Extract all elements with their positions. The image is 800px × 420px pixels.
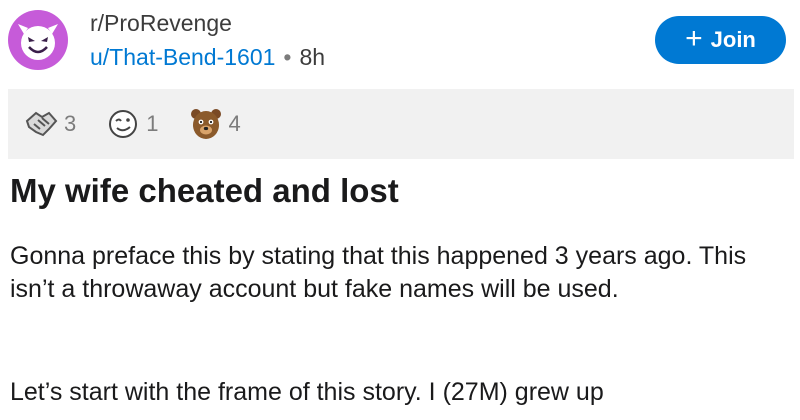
join-button[interactable]: + Join <box>655 16 786 64</box>
join-label: Join <box>710 27 756 52</box>
bear-award-icon <box>187 105 225 143</box>
post-body-paragraph: Gonna preface this by stating that this … <box>10 242 747 303</box>
author-link[interactable]: u/That-Bend-1601 <box>90 44 275 70</box>
post-header: r/ProRevenge u/That-Bend-1601 • 8h + Join <box>0 0 800 88</box>
award-count: 3 <box>64 111 77 136</box>
wink-face-award-icon <box>104 105 142 143</box>
plus-icon: + <box>685 21 703 55</box>
handshake-award-icon <box>22 105 60 143</box>
award-count: 1 <box>146 111 159 136</box>
post-body-paragraph: Let’s start with the frame of this story… <box>10 378 604 406</box>
award-item[interactable]: 3 <box>22 105 76 143</box>
post-age: 8h <box>299 44 326 70</box>
awards-bar[interactable]: 3 1 4 <box>8 89 794 159</box>
post-byline: u/That-Bend-1601 • 8h <box>90 44 325 71</box>
byline-separator: • <box>283 44 292 70</box>
devil-face-icon <box>9 11 67 69</box>
subreddit-avatar[interactable] <box>8 10 68 70</box>
post-title[interactable]: My wife cheated and lost <box>10 172 399 210</box>
award-item[interactable]: 4 <box>187 105 241 143</box>
award-count: 4 <box>228 111 241 136</box>
subreddit-name[interactable]: r/ProRevenge <box>90 10 232 37</box>
award-item[interactable]: 1 <box>104 105 159 143</box>
